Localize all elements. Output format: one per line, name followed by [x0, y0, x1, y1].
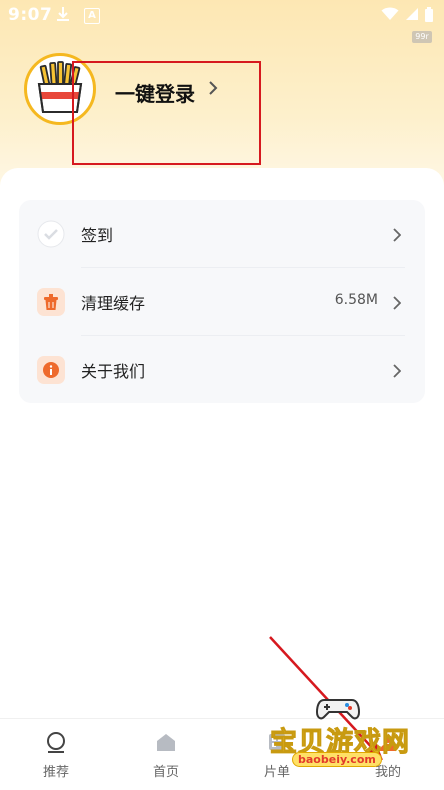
battery-icon — [425, 7, 433, 22]
app-notification-icon: A — [84, 8, 100, 24]
menu-item-about-us[interactable]: 关于我们 — [19, 336, 425, 403]
tab-home[interactable]: 首页 — [126, 731, 206, 780]
menu-item-label: 清理缓存 — [81, 294, 146, 313]
annotation-highlight-box — [72, 61, 261, 165]
cache-size-value: 6.58M — [334, 292, 378, 308]
signal-icon — [405, 8, 418, 20]
menu-card: 签到 清理缓存 6.58M 关于我们 — [19, 200, 425, 403]
home-icon — [157, 734, 175, 751]
tab-label: 首页 — [152, 765, 179, 780]
circle-icon — [47, 732, 65, 753]
menu-item-clear-cache[interactable]: 清理缓存 6.58M — [19, 268, 425, 335]
chevron-right-icon — [393, 227, 402, 246]
tab-label: 推荐 — [42, 765, 69, 780]
download-icon — [56, 6, 70, 27]
menu-item-label: 关于我们 — [81, 362, 146, 381]
status-badge: 99r — [412, 31, 432, 43]
status-time: 9:07 — [8, 5, 53, 25]
chevron-right-icon — [393, 295, 402, 314]
trash-icon — [37, 288, 65, 316]
menu-item-label: 签到 — [81, 226, 114, 245]
status-bar: 9:07 A — [0, 0, 444, 30]
watermark-url: baobeiy.com — [292, 752, 382, 767]
chevron-right-icon — [393, 363, 402, 382]
info-icon — [37, 356, 65, 384]
wifi-icon — [381, 7, 399, 20]
status-icons — [381, 7, 434, 27]
menu-item-checkin[interactable]: 签到 — [19, 200, 425, 267]
check-circle-icon — [37, 220, 65, 248]
tab-recommend[interactable]: 推荐 — [16, 731, 96, 780]
